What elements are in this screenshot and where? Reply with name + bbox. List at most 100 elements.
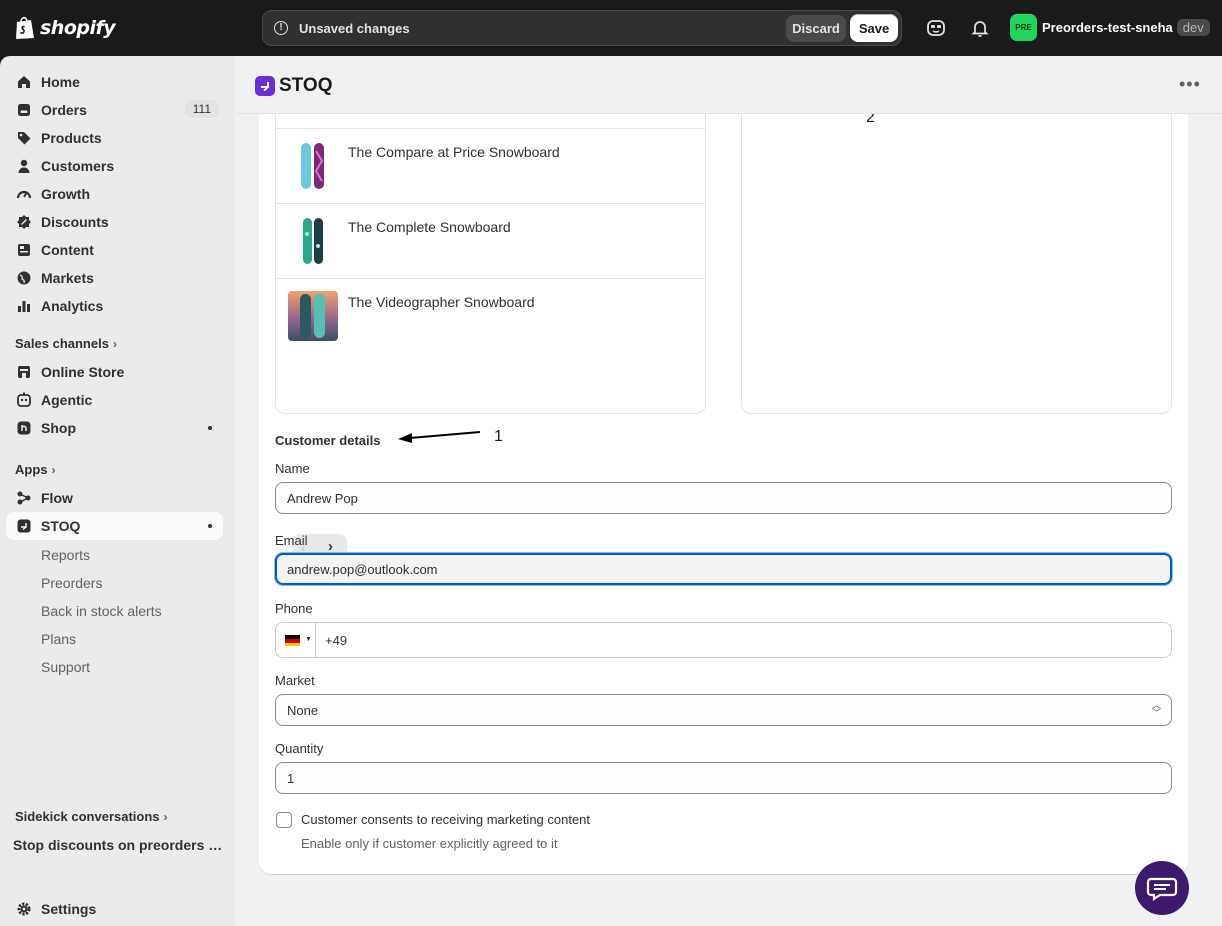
app-title: STOQ <box>279 75 333 96</box>
market-select[interactable]: None ︿ ﹀ <box>275 694 1172 726</box>
sidebar-item-content[interactable]: Content <box>6 236 223 264</box>
sidekick-conversations-heading[interactable]: Sidekick conversations › <box>15 809 168 824</box>
product-row[interactable]: The Complete Snowboard <box>276 203 705 278</box>
sidebar-item-flow[interactable]: Flow <box>6 484 223 512</box>
orders-count-badge: 111 <box>184 100 219 118</box>
status-dot <box>208 426 212 430</box>
dev-badge: dev <box>1176 19 1210 36</box>
sidebar-item-products[interactable]: Products <box>6 124 223 152</box>
product-image <box>288 141 338 191</box>
sidebar: Home Orders 111 Products Customers Growt… <box>0 56 235 926</box>
sidebar-item-agentic[interactable]: Agentic <box>6 386 223 414</box>
store-avatar: PRE <box>1010 14 1037 41</box>
chevron-right-icon: › <box>163 810 168 824</box>
product-row[interactable]: The Compare at Price Snowboard <box>276 128 705 203</box>
sidebar-item-settings[interactable]: Settings <box>6 895 223 923</box>
chevron-right-icon: › <box>112 337 117 351</box>
home-icon <box>18 76 30 88</box>
shop-icon <box>17 421 31 435</box>
sidekick-conversation-item[interactable]: Stop discounts on preorders or... <box>13 837 223 853</box>
globe-icon <box>17 271 31 285</box>
sidebar-item-orders[interactable]: Orders 111 <box>6 96 223 124</box>
person-icon <box>18 159 30 173</box>
sidekick-icon[interactable] <box>925 17 947 39</box>
sidekick-conversations-label: Sidekick conversations <box>15 809 160 824</box>
bar-chart-icon <box>18 301 30 312</box>
name-input[interactable] <box>275 482 1172 514</box>
save-button[interactable]: Save <box>850 14 898 42</box>
product-name: The Videographer Snowboard <box>348 294 535 310</box>
sidebar-item-shop[interactable]: Shop <box>6 414 223 442</box>
chevron-down-icon: ▼ <box>305 636 312 643</box>
sidebar-item-label: Discounts <box>41 214 109 230</box>
country-code-select[interactable]: ▼ <box>276 623 316 657</box>
sales-channels-heading[interactable]: Sales channels › <box>15 336 117 351</box>
sidebar-subitem-reports[interactable]: Reports <box>41 547 90 563</box>
email-label: Email <box>275 533 308 548</box>
product-row[interactable]: The Videographer Snowboard ‹ › <box>276 278 705 562</box>
stoq-logo-icon <box>255 76 275 96</box>
content-icon <box>18 244 30 256</box>
sidebar-item-label: Shop <box>41 420 76 436</box>
tag-icon <box>18 132 31 145</box>
sidebar-subitem-plans[interactable]: Plans <box>41 631 76 647</box>
marketing-consent-checkbox[interactable] <box>276 812 292 828</box>
shopify-logo[interactable]: shopify <box>14 15 116 40</box>
customer-details-heading: Customer details <box>275 433 381 448</box>
flow-icon <box>17 491 31 505</box>
sidebar-item-label: Orders <box>41 102 87 118</box>
app-header: STOQ ••• <box>235 56 1222 114</box>
sidebar-item-label: Online Store <box>41 364 125 380</box>
agent-icon <box>17 392 31 407</box>
phone-label: Phone <box>275 601 313 616</box>
bell-icon[interactable] <box>969 17 991 39</box>
sidebar-item-stoq[interactable]: STOQ <box>6 512 223 540</box>
apps-heading[interactable]: Apps › <box>15 462 56 477</box>
discard-button[interactable]: Discard <box>786 15 846 42</box>
germany-flag-icon <box>285 635 300 646</box>
sidebar-item-customers[interactable]: Customers <box>6 152 223 180</box>
stoq-icon <box>17 519 31 533</box>
chevron-right-icon: › <box>51 463 56 477</box>
unsaved-changes-message: Unsaved changes <box>299 21 410 36</box>
sidebar-item-label: Settings <box>41 901 97 917</box>
product-image <box>288 216 338 266</box>
sidebar-subitem-support[interactable]: Support <box>41 659 90 675</box>
select-arrows-icon: ︿ ﹀ <box>1151 700 1161 718</box>
snowboard-thumbnail <box>288 216 338 266</box>
sidebar-item-label: Markets <box>41 270 94 286</box>
main-content: The Compare at Price Snowboard The Compl… <box>235 56 1222 926</box>
sidebar-item-label: Home <box>41 74 80 90</box>
sales-channels-label: Sales channels <box>15 336 109 351</box>
store-menu[interactable]: PRE Preorders-test-sneha dev <box>1010 14 1210 41</box>
email-input[interactable] <box>275 553 1172 585</box>
status-dot <box>208 524 212 528</box>
sidebar-item-analytics[interactable]: Analytics <box>6 292 223 320</box>
quantity-input[interactable] <box>275 762 1172 794</box>
more-actions-icon[interactable]: ••• <box>1179 74 1201 95</box>
sidebar-item-discounts[interactable]: Discounts <box>6 208 223 236</box>
snowboard-thumbnail <box>288 141 338 191</box>
unsaved-changes-bar: ! Unsaved changes Discard Save <box>262 10 902 46</box>
sidebar-subitem-preorders[interactable]: Preorders <box>41 575 102 591</box>
sidebar-item-online-store[interactable]: Online Store <box>6 358 223 386</box>
sidebar-item-home[interactable]: Home <box>6 68 223 96</box>
orders-icon <box>18 104 30 116</box>
sidebar-item-label: Content <box>41 242 94 258</box>
annotation-label-1: 1 <box>494 428 503 445</box>
info-icon: ! <box>274 21 288 35</box>
name-label: Name <box>275 461 310 476</box>
shopify-bag-icon <box>16 16 34 39</box>
market-label: Market <box>275 673 315 688</box>
sidebar-item-label: STOQ <box>41 518 81 534</box>
phone-field: ▼ +49 <box>275 622 1172 658</box>
sidebar-item-growth[interactable]: Growth <box>6 180 223 208</box>
shopify-wordmark: shopify <box>40 16 116 39</box>
sidebar-subitem-back-in-stock-alerts[interactable]: Back in stock alerts <box>41 603 162 619</box>
sidebar-item-label: Customers <box>41 158 115 174</box>
phone-input[interactable]: +49 <box>325 633 347 648</box>
chat-support-button[interactable] <box>1135 861 1189 915</box>
product-image <box>288 291 338 341</box>
marketing-consent-label[interactable]: Customer consents to receiving marketing… <box>301 812 590 827</box>
sidebar-item-markets[interactable]: Markets <box>6 264 223 292</box>
